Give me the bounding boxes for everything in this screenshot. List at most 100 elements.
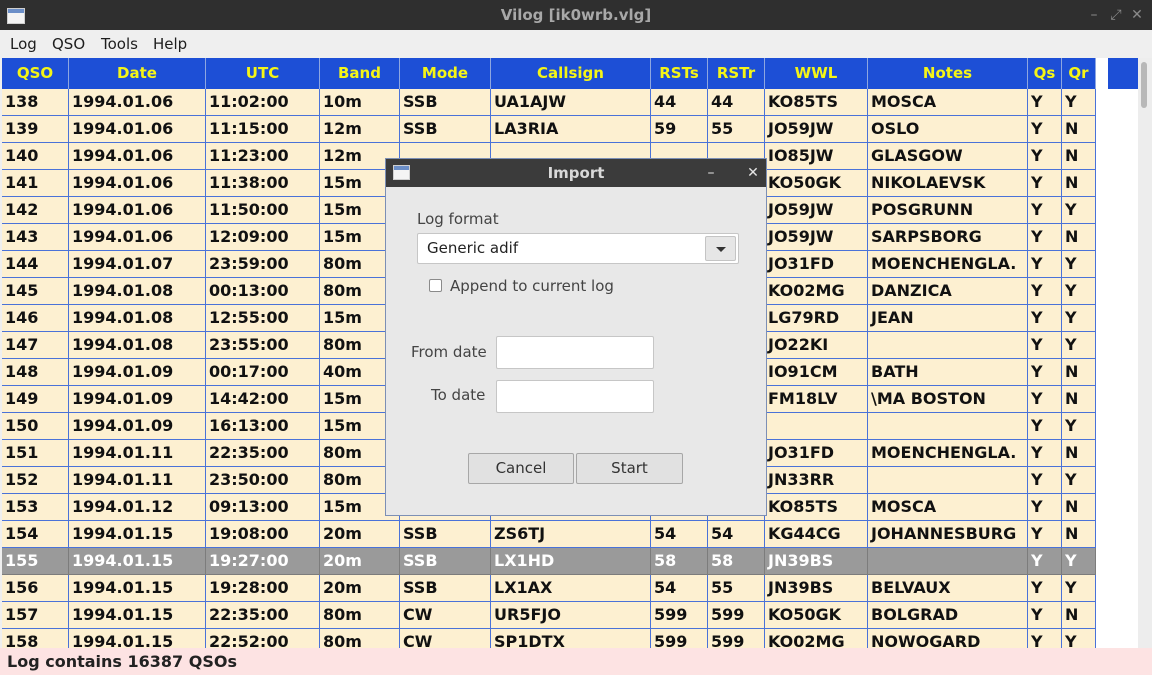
cell-qs: Y [1028,170,1062,197]
cell-notes: MOSCA [868,494,1028,521]
cell-qs: Y [1028,305,1062,332]
column-header-band[interactable]: Band [320,58,400,89]
cell-qr: Y [1062,413,1096,440]
cell-utc: 11:50:00 [206,197,320,224]
cell-callsign: SP1DTX [491,629,651,648]
cell-date: 1994.01.06 [69,143,206,170]
scrollbar-thumb[interactable] [1141,62,1147,108]
cell-qso: 155 [2,548,69,575]
column-header-notes[interactable]: Notes [868,58,1028,89]
log-format-select[interactable]: Generic adif [417,233,739,264]
column-header-mode[interactable]: Mode [400,58,491,89]
cell-wwl: JO31FD [765,251,868,278]
column-header-date[interactable]: Date [69,58,206,89]
close-icon[interactable]: ✕ [1128,6,1146,24]
cell-date: 1994.01.06 [69,224,206,251]
maximize-icon[interactable]: ⤢ [1107,6,1125,24]
cell-utc: 23:55:00 [206,332,320,359]
cell-band: 20m [320,575,400,602]
dropdown-button[interactable] [705,236,736,261]
cell-band: 20m [320,521,400,548]
status-bar: Log contains 16387 QSOs [0,648,1152,675]
table-row[interactable]: 157 1994.01.15 22:35:00 80m CW UR5FJO 599 599 KO… [2,602,1097,629]
cell-qr: N [1062,116,1096,143]
cell-qr: Y [1062,89,1096,116]
cell-utc: 19:08:00 [206,521,320,548]
table-row[interactable]: 139 1994.01.06 11:15:00 12m SSB LA3RIA 59 55 JO5… [2,116,1097,143]
cell-wwl: JO22KI [765,332,868,359]
to-date-label: To date [431,386,486,404]
cell-qr: Y [1062,197,1096,224]
cell-qr: Y [1062,629,1096,648]
cell-qs: Y [1028,251,1062,278]
cell-date: 1994.01.07 [69,251,206,278]
column-header-rstr[interactable]: RSTr [708,58,765,89]
cell-wwl: JO31FD [765,440,868,467]
cell-qs: Y [1028,278,1062,305]
cell-rsts: 54 [651,521,708,548]
cell-date: 1994.01.09 [69,386,206,413]
to-date-input[interactable] [496,380,654,413]
cell-utc: 16:13:00 [206,413,320,440]
vertical-scrollbar[interactable] [1138,58,1152,648]
cell-qs: Y [1028,629,1062,648]
cell-qr: Y [1062,278,1096,305]
cell-date: 1994.01.09 [69,359,206,386]
cell-wwl: LG79RD [765,305,868,332]
cell-date: 1994.01.15 [69,575,206,602]
table-row[interactable]: 138 1994.01.06 11:02:00 10m SSB UA1AJW 44 44 KO8… [2,89,1097,116]
table-row[interactable]: 154 1994.01.15 19:08:00 20m SSB ZS6TJ 54 54 KG44… [2,521,1097,548]
cell-rstr: 58 [708,548,765,575]
cell-qso: 139 [2,116,69,143]
cell-utc: 12:55:00 [206,305,320,332]
cell-wwl [765,413,868,440]
table-row[interactable]: 158 1994.01.15 22:52:00 80m CW SP1DTX 599 599 KO… [2,629,1097,648]
cell-date: 1994.01.08 [69,305,206,332]
cell-qs: Y [1028,197,1062,224]
cell-utc: 11:02:00 [206,89,320,116]
cell-qr: N [1062,386,1096,413]
cell-qs: Y [1028,494,1062,521]
dialog-close-icon[interactable]: ✕ [744,164,762,182]
cell-qso: 143 [2,224,69,251]
dialog-minimize-icon[interactable]: – [702,164,720,182]
cell-qso: 153 [2,494,69,521]
cell-utc: 23:59:00 [206,251,320,278]
cell-qr: N [1062,143,1096,170]
cell-mode: SSB [400,116,491,143]
column-header-rsts[interactable]: RSTs [651,58,708,89]
cell-mode: SSB [400,89,491,116]
cancel-button[interactable]: Cancel [468,453,574,484]
cell-mode: CW [400,602,491,629]
cell-notes: BELVAUX [868,575,1028,602]
column-header-qso[interactable]: QSO [2,58,69,89]
cell-date: 1994.01.11 [69,467,206,494]
menu-help[interactable]: Help [153,30,187,58]
cell-qr: N [1062,359,1096,386]
from-date-input[interactable] [496,336,654,369]
cell-qs: Y [1028,224,1062,251]
start-button[interactable]: Start [576,453,683,484]
title-bar: Vilog [ik0wrb.vlg] – ⤢ ✕ [0,0,1152,30]
cell-date: 1994.01.08 [69,278,206,305]
column-header-callsign[interactable]: Callsign [491,58,651,89]
cell-wwl: JO59JW [765,116,868,143]
table-row[interactable]: 156 1994.01.15 19:28:00 20m SSB LX1AX 54 55 JN39… [2,575,1097,602]
menu-log[interactable]: Log [10,30,37,58]
table-row[interactable]: 155 1994.01.15 19:27:00 20m SSB LX1HD 58 58 JN39… [2,548,1097,575]
column-header-qr[interactable]: Qr [1062,58,1096,89]
column-header-qs[interactable]: Qs [1028,58,1062,89]
cell-wwl: IO91CM [765,359,868,386]
menu-tools[interactable]: Tools [101,30,138,58]
column-header-wwl[interactable]: WWL [765,58,868,89]
cell-utc: 00:17:00 [206,359,320,386]
append-checkbox[interactable] [429,279,442,292]
menu-qso[interactable]: QSO [52,30,85,58]
cell-band: 80m [320,602,400,629]
column-header-utc[interactable]: UTC [206,58,320,89]
chevron-down-icon [716,247,726,252]
cell-notes [868,548,1028,575]
minimize-icon[interactable]: – [1085,6,1103,24]
cell-notes: DANZICA [868,278,1028,305]
cell-utc: 11:15:00 [206,116,320,143]
